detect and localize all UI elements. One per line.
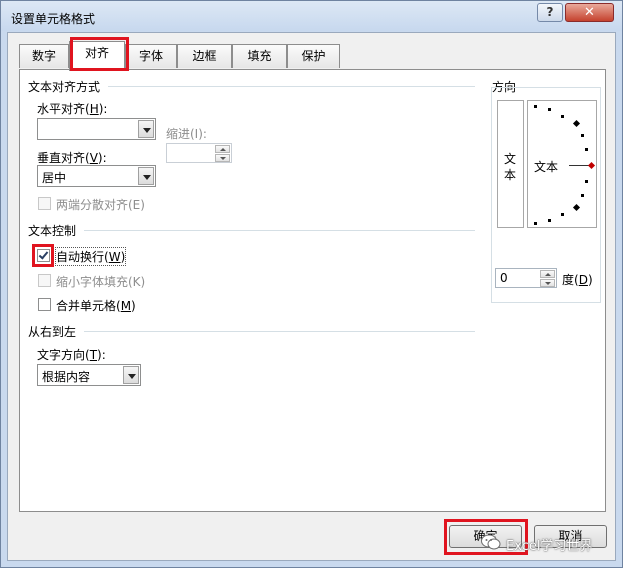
degrees-value: 0 [500,271,508,285]
rtl-title: 从右到左 [28,325,77,339]
watermark-text: Excel学习世界 [506,539,593,554]
orientation-dial[interactable]: 文本 [527,100,597,228]
angle-handle-icon[interactable] [587,161,596,170]
vertical-text-label: 文本 [504,152,517,182]
tab-fill[interactable]: 填充 [232,44,287,68]
angle-dot [534,105,537,108]
angle-dot [548,108,551,111]
chevron-down-icon[interactable] [138,167,154,185]
spin-up-icon[interactable] [215,145,230,153]
vertical-alignment-select[interactable]: 居中 [37,165,156,187]
text-control-divider [84,230,475,231]
wechat-icon [481,534,501,550]
text-direction-select[interactable]: 根据内容 [37,364,141,386]
spin-up-icon[interactable] [540,270,555,278]
title-bar[interactable]: 设置单元格格式 ? ✕ [1,1,622,31]
justify-distributed-checkbox[interactable] [38,197,51,210]
close-button[interactable]: ✕ [565,3,614,22]
watermark: Excel学习世界 [481,532,607,554]
tab-border[interactable]: 边框 [177,44,232,68]
angle-dot [561,213,564,216]
alignment-panel: 文本对齐方式 水平对齐(H): 缩进(I): 垂直对齐(V): 居中 两端分散对… [19,69,606,512]
text-direction-label: 文字方向(T): [37,348,106,362]
horizontal-alignment-label: 水平对齐(H): [37,102,108,116]
wrap-text-label[interactable]: 自动换行(W) [54,247,127,266]
help-button[interactable]: ? [537,3,563,22]
angle-dot [581,194,584,197]
rtl-divider [84,331,475,332]
tab-number[interactable]: 数字 [19,44,69,68]
angle-dot [585,148,588,151]
indent-label: 缩进(I): [166,127,207,141]
merge-cells-label: 合并单元格(M) [56,299,136,313]
chevron-down-icon[interactable] [123,366,139,384]
dialog-content: 数字 对齐 字体 边框 填充 保护 文本对齐方式 水平对齐(H): 缩进(I): [7,32,616,561]
shrink-to-fit-checkbox[interactable] [38,274,51,287]
text-alignment-title: 文本对齐方式 [28,80,101,94]
angle-dot [548,219,551,222]
angle-minus45-marker [572,203,581,212]
format-cells-dialog: 设置单元格格式 ? ✕ 数字 对齐 字体 边框 填充 保护 文本对齐方式 水平对… [0,0,623,568]
chevron-down-icon[interactable] [138,120,154,138]
vertical-text-button[interactable]: 文本 [497,100,524,228]
degrees-label: 度(D) [562,273,593,287]
alignment-tab-highlight [70,37,129,71]
angle-45-marker [572,119,581,128]
dialog-title: 设置单元格格式 [11,12,96,26]
tab-protection[interactable]: 保护 [287,44,340,68]
spin-down-icon[interactable] [215,154,230,162]
tab-font[interactable]: 字体 [125,44,177,68]
angle-dot [534,222,537,225]
shrink-to-fit-label: 缩小字体填充(K) [56,275,146,289]
dial-text-label: 文本 [534,160,559,174]
justify-distributed-label: 两端分散对齐(E) [56,198,145,212]
angle-dot [581,134,584,137]
text-alignment-divider [108,86,475,87]
text-direction-value: 根据内容 [42,370,91,384]
text-control-title: 文本控制 [28,224,77,238]
indent-spinner[interactable] [166,143,232,163]
angle-dot [585,180,588,183]
angle-dot [561,115,564,118]
horizontal-alignment-select[interactable] [37,118,156,140]
merge-cells-checkbox[interactable] [38,298,51,311]
spin-down-icon[interactable] [540,279,555,287]
degrees-spinner[interactable]: 0 [495,268,557,288]
vertical-alignment-label: 垂直对齐(V): [37,151,107,165]
wrap-text-highlight [32,244,54,267]
vertical-alignment-value: 居中 [42,171,67,185]
